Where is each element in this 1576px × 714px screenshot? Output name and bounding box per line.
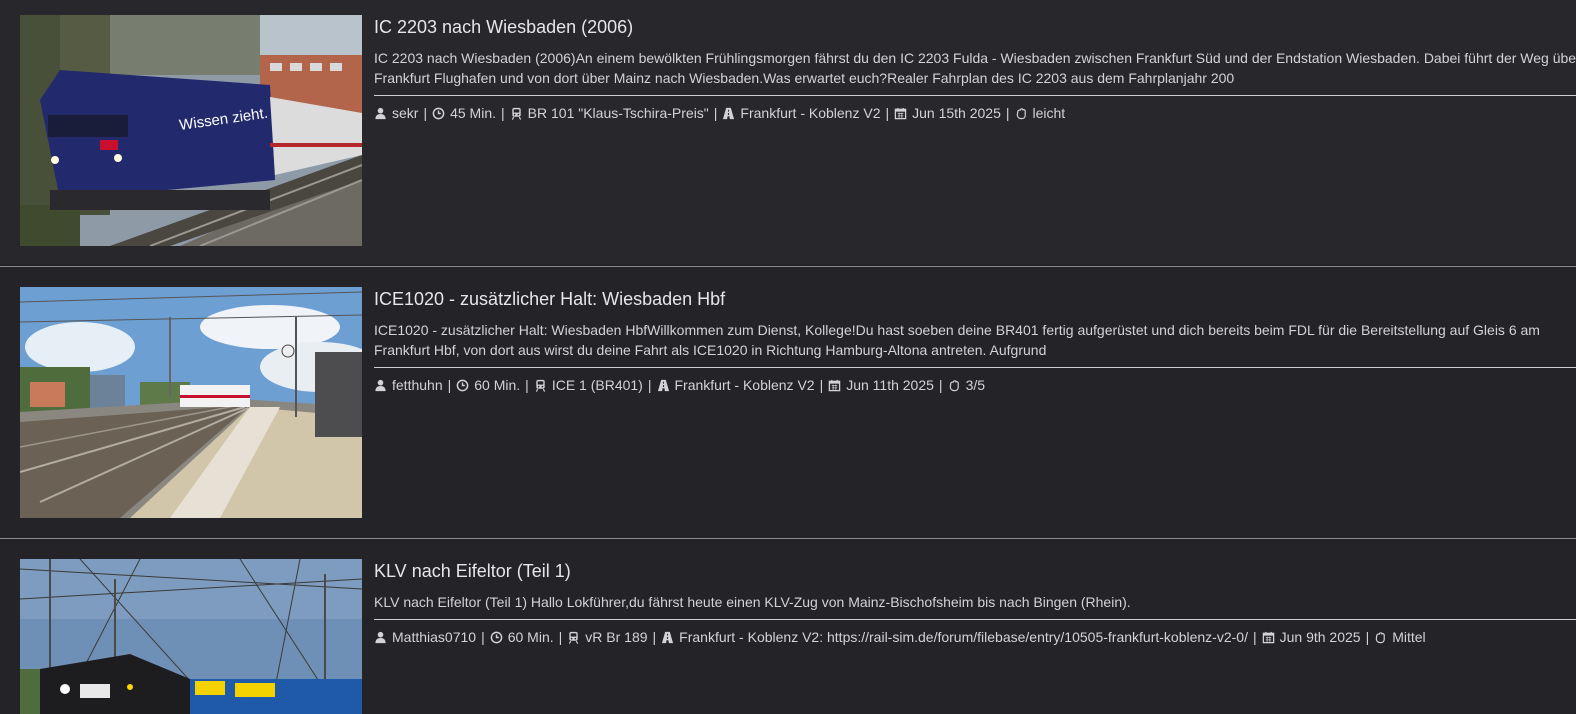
meta-separator: | bbox=[938, 377, 943, 393]
route-name: Frankfurt - Koblenz V2 bbox=[674, 377, 815, 393]
meta-separator: | bbox=[1005, 105, 1010, 121]
scenario-meta: Matthias0710 | 60 Min. | vR Br 189 | Fra… bbox=[374, 628, 1576, 646]
road-icon bbox=[661, 631, 674, 644]
meta-separator: | bbox=[481, 629, 485, 645]
author-name[interactable]: fetthuhn bbox=[392, 376, 443, 394]
difficulty: 3/5 bbox=[965, 377, 986, 393]
meta-separator: | bbox=[647, 377, 652, 393]
hand-icon bbox=[948, 379, 961, 392]
difficulty: leicht bbox=[1032, 105, 1066, 121]
scenario-meta: sekr | 45 Min. | BR 101 "Klaus-Tschira-P… bbox=[374, 104, 1576, 122]
meta-separator: | bbox=[819, 377, 824, 393]
meta-separator: | bbox=[447, 377, 452, 393]
scenario-title[interactable]: KLV nach Eifeltor (Teil 1) bbox=[374, 560, 1576, 582]
meta-separator: | bbox=[1365, 629, 1370, 645]
scenario-entry[interactable]: ICE1020 - zusätzlicher Halt: Wiesbaden H… bbox=[0, 267, 1576, 538]
hand-icon bbox=[1374, 631, 1387, 644]
train-name: ICE 1 (BR401) bbox=[551, 377, 643, 393]
scenario-description: KLV nach Eifeltor (Teil 1) Hallo Lokführ… bbox=[374, 594, 1131, 610]
train-icon bbox=[510, 107, 523, 120]
meta-separator: | bbox=[885, 105, 890, 121]
meta-separator: | bbox=[525, 377, 529, 393]
clock-icon bbox=[490, 631, 503, 644]
divider bbox=[374, 367, 1576, 368]
scenario-description: IC 2203 nach Wiesbaden (2006)An einem be… bbox=[374, 50, 1576, 86]
user-icon bbox=[374, 631, 387, 644]
train-image-klv[interactable] bbox=[20, 559, 362, 714]
duration: 45 Min. bbox=[450, 105, 497, 121]
author-name[interactable]: sekr bbox=[392, 104, 418, 122]
calendar-icon bbox=[828, 379, 841, 392]
divider bbox=[374, 95, 1576, 96]
clock-icon bbox=[432, 107, 445, 120]
meta-separator: | bbox=[501, 105, 505, 121]
scenario-meta: fetthuhn | 60 Min. | ICE 1 (BR401) | Fra… bbox=[374, 376, 1576, 394]
user-icon bbox=[374, 107, 387, 120]
train-name: vR Br 189 bbox=[585, 629, 648, 645]
meta-separator: | bbox=[713, 105, 718, 121]
road-icon bbox=[722, 107, 735, 120]
route-name: Frankfurt - Koblenz V2 bbox=[740, 105, 881, 121]
clock-icon bbox=[456, 379, 469, 392]
train-icon bbox=[534, 379, 547, 392]
route-name: Frankfurt - Koblenz V2: https://rail-sim… bbox=[679, 629, 1248, 645]
date: Jun 11th 2025 bbox=[846, 377, 934, 393]
duration: 60 Min. bbox=[507, 629, 554, 645]
hand-icon bbox=[1015, 107, 1028, 120]
scenario-title[interactable]: ICE1020 - zusätzlicher Halt: Wiesbaden H… bbox=[374, 288, 1576, 310]
meta-separator: | bbox=[1252, 629, 1257, 645]
train-image-ic2203[interactable]: Wissen zieht. bbox=[20, 15, 362, 246]
author-name[interactable]: Matthias0710 bbox=[392, 628, 476, 646]
user-icon bbox=[374, 379, 387, 392]
scenario-entry[interactable]: KLV nach Eifeltor (Teil 1) KLV nach Eife… bbox=[0, 539, 1576, 714]
meta-separator: | bbox=[423, 105, 428, 121]
road-icon bbox=[657, 379, 670, 392]
difficulty: Mittel bbox=[1392, 629, 1426, 645]
meta-separator: | bbox=[652, 629, 657, 645]
scenario-list: Wissen zieht. IC 2203 nach Wiesbaden (20… bbox=[0, 0, 1576, 714]
train-name: BR 101 "Klaus-Tschira-Preis" bbox=[527, 105, 709, 121]
train-image-ice1020[interactable] bbox=[20, 287, 362, 518]
scenario-entry[interactable]: Wissen zieht. IC 2203 nach Wiesbaden (20… bbox=[0, 0, 1576, 265]
calendar-icon bbox=[1262, 631, 1275, 644]
scenario-description: ICE1020 - zusätzlicher Halt: Wiesbaden H… bbox=[374, 322, 1540, 358]
duration: 60 Min. bbox=[474, 377, 521, 393]
divider bbox=[374, 619, 1576, 620]
train-icon bbox=[567, 631, 580, 644]
date: Jun 15th 2025 bbox=[912, 105, 1001, 121]
scenario-title[interactable]: IC 2203 nach Wiesbaden (2006) bbox=[374, 16, 1576, 38]
meta-separator: | bbox=[558, 629, 563, 645]
calendar-icon bbox=[894, 107, 907, 120]
date: Jun 9th 2025 bbox=[1279, 629, 1361, 645]
